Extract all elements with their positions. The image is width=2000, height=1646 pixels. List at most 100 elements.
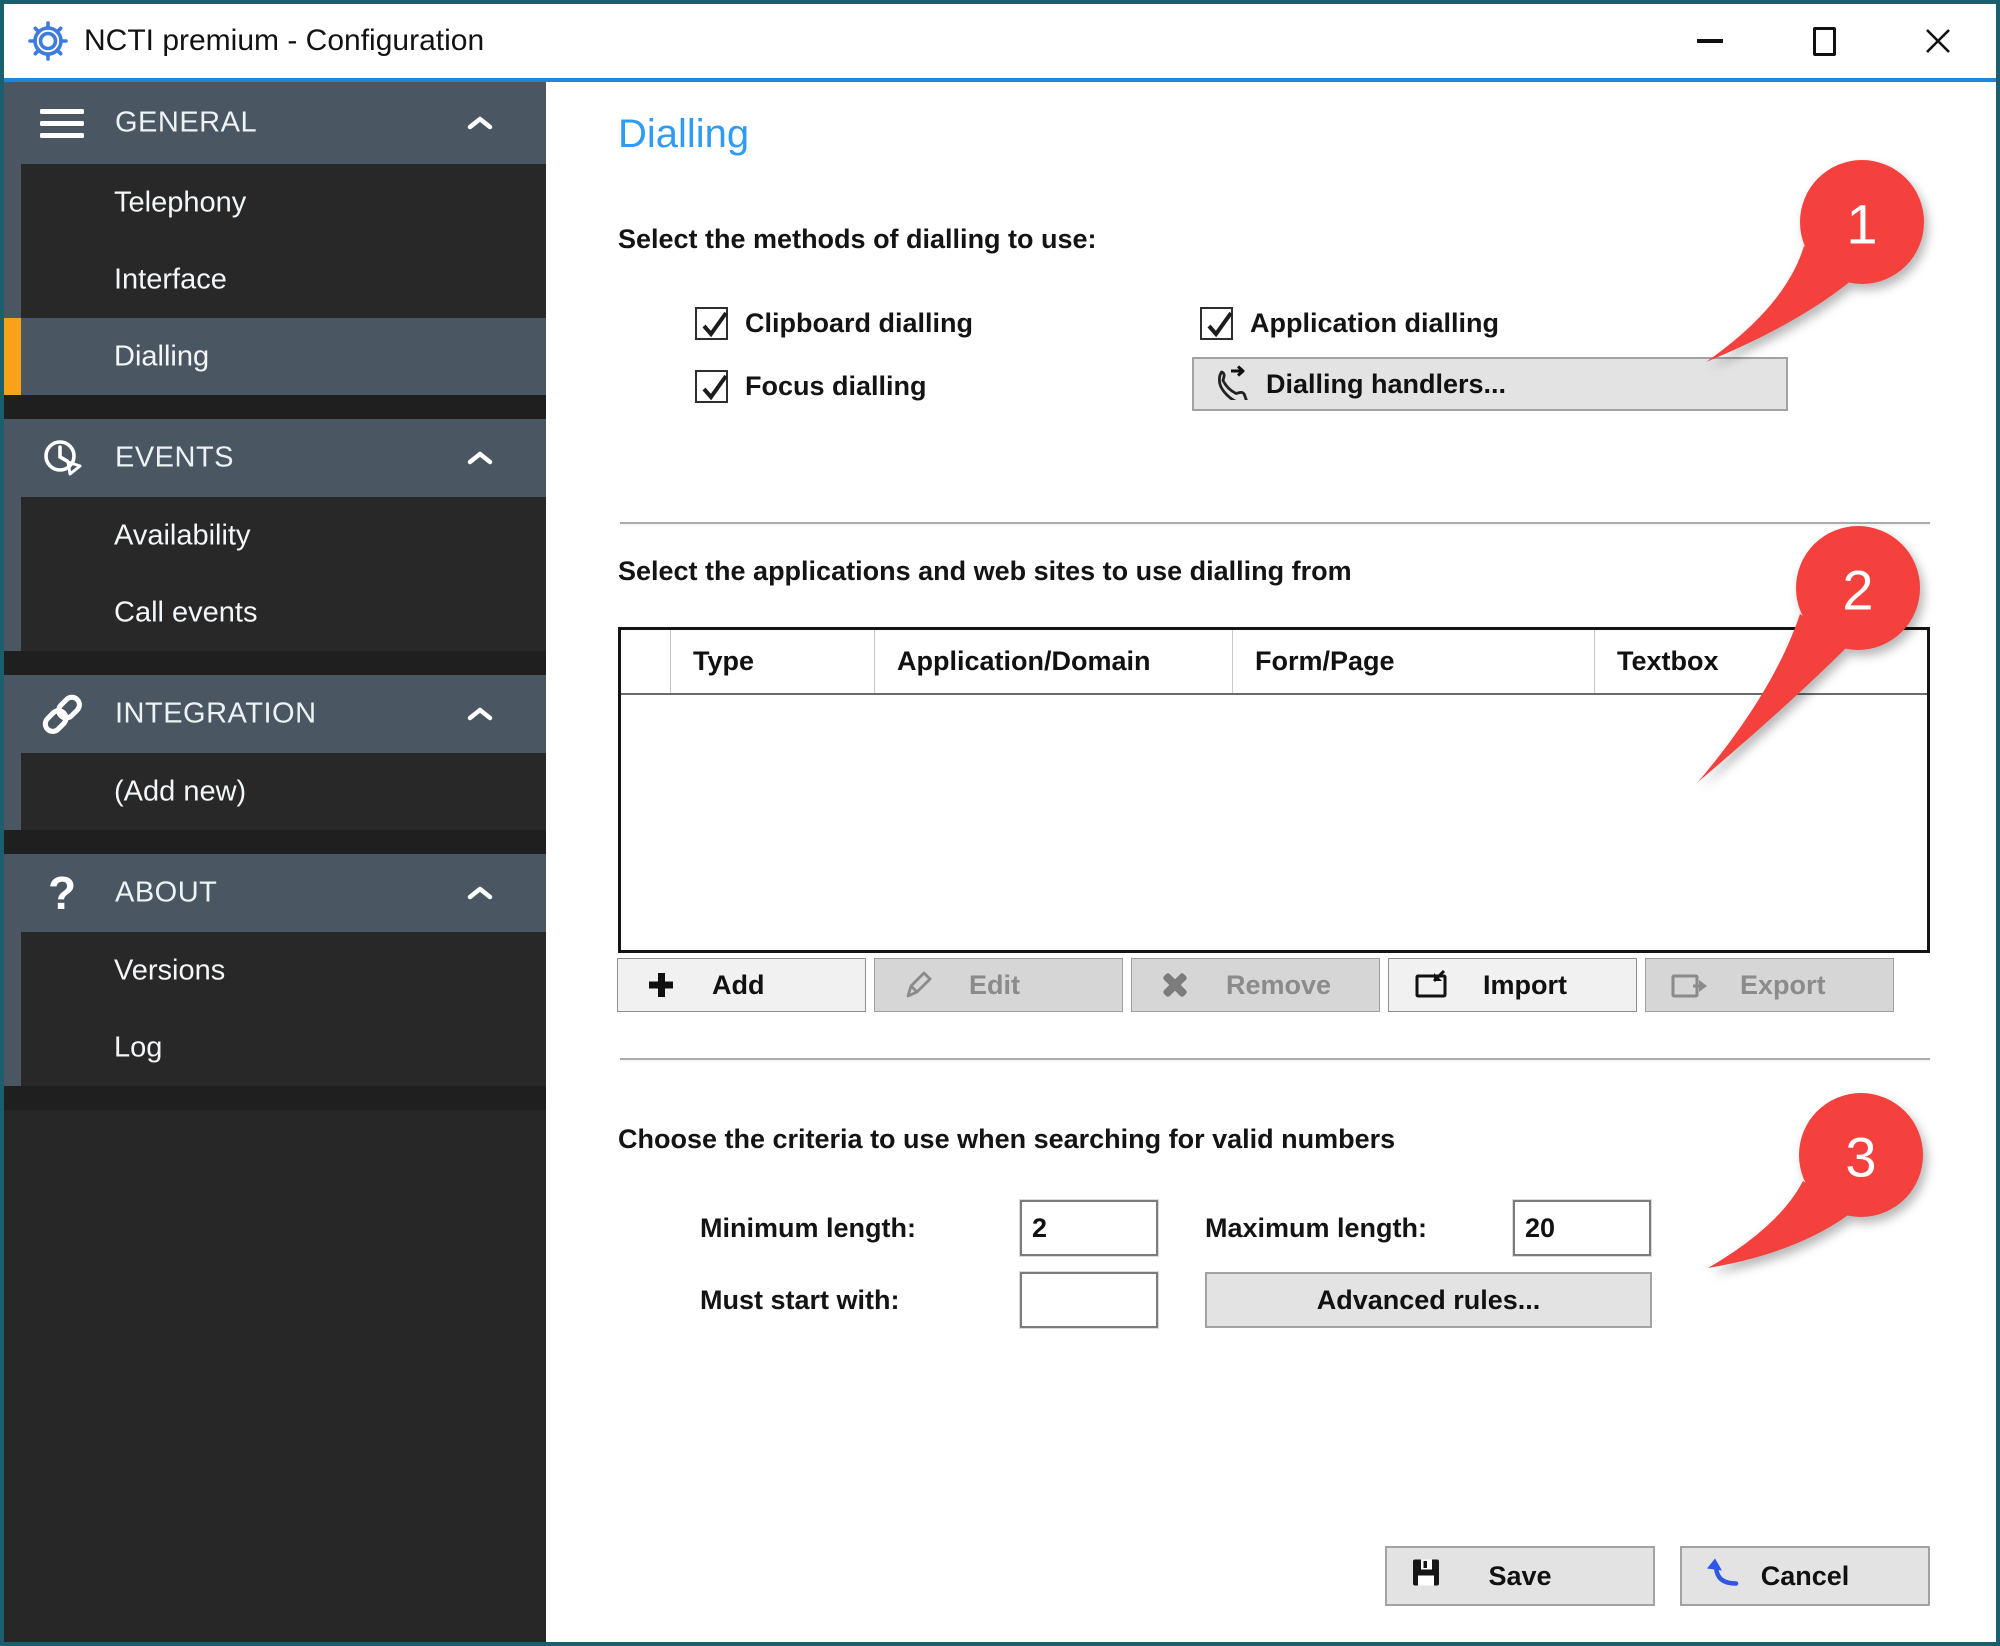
check-icon [697, 372, 730, 405]
must-start-with-label: Must start with: [700, 1272, 900, 1328]
sidebar-divider [4, 830, 546, 854]
maximize-button[interactable] [1786, 16, 1862, 66]
sidebar-item-log[interactable]: Log [21, 1009, 546, 1086]
sidebar-group-label: EVENTS [115, 442, 234, 475]
content-pane: Dialling Select the methods of dialling … [546, 82, 1996, 1642]
export-icon [1670, 968, 1708, 1002]
import-label: Import [1483, 970, 1567, 1001]
import-button[interactable]: Import [1388, 958, 1637, 1012]
chevron-up-icon [466, 450, 494, 466]
applications-heading: Select the applications and web sites to… [618, 556, 1352, 587]
table-body-empty[interactable] [621, 697, 1927, 950]
save-label: Save [1387, 1548, 1653, 1604]
sidebar-item-label: Call events [114, 596, 257, 629]
advanced-rules-label: Advanced rules... [1317, 1285, 1541, 1316]
edit-label: Edit [969, 970, 1020, 1001]
chevron-up-icon [466, 115, 494, 131]
export-label: Export [1740, 970, 1826, 1001]
clipboard-dialling-checkbox[interactable] [695, 307, 728, 340]
remove-label: Remove [1226, 970, 1331, 1001]
sidebar-item-label: (Add new) [114, 775, 246, 808]
methods-heading: Select the methods of dialling to use: [618, 224, 1097, 255]
sidebar-item-label: Dialling [114, 340, 209, 373]
sidebar-divider [4, 1086, 546, 1110]
sidebar-group-label: ABOUT [115, 877, 217, 910]
sidebar-items-events: Availability Call events [21, 497, 546, 651]
sidebar-item-availability[interactable]: Availability [21, 497, 546, 574]
sidebar-group-general: GENERAL Telephony Interface Dialling [4, 82, 546, 395]
focus-dialling-checkbox[interactable] [695, 370, 728, 403]
sidebar-item-label: Versions [114, 954, 225, 987]
application-dialling-checkbox[interactable] [1200, 307, 1233, 340]
maximum-length-label: Maximum length: [1205, 1200, 1427, 1256]
sidebar-divider [4, 651, 546, 675]
sidebar-items-general: Telephony Interface Dialling [21, 164, 546, 395]
sidebar-item-call-events[interactable]: Call events [21, 574, 546, 651]
focus-dialling-label: Focus dialling [745, 370, 927, 403]
advanced-rules-button[interactable]: Advanced rules... [1205, 1272, 1652, 1328]
sidebar-group-events: EVENTS Availability Call events [4, 419, 546, 651]
section-divider [620, 522, 1930, 524]
column-header-type[interactable]: Type [671, 630, 875, 693]
close-button[interactable] [1900, 16, 1976, 66]
check-icon [1202, 309, 1235, 342]
minimize-button[interactable] [1672, 16, 1748, 66]
column-header-application-domain[interactable]: Application/Domain [875, 630, 1233, 693]
page-title: Dialling [618, 112, 749, 157]
remove-button[interactable]: Remove [1131, 958, 1380, 1012]
sidebar-group-label: INTEGRATION [115, 698, 317, 731]
import-icon [1413, 968, 1451, 1002]
add-button[interactable]: Add [617, 958, 866, 1012]
column-header-form-page[interactable]: Form/Page [1233, 630, 1595, 693]
edit-button[interactable]: Edit [874, 958, 1123, 1012]
sidebar-header-general[interactable]: GENERAL [4, 82, 546, 164]
table-header-row: Type Application/Domain Form/Page Textbo… [621, 630, 1927, 695]
sidebar: GENERAL Telephony Interface Dialling [4, 82, 546, 1642]
must-start-with-input[interactable] [1020, 1272, 1158, 1328]
sidebar-group-label: GENERAL [115, 107, 257, 140]
chevron-up-icon [466, 706, 494, 722]
dialling-handlers-label: Dialling handlers... [1266, 369, 1506, 400]
minimize-icon [1697, 39, 1723, 43]
dialling-handlers-button[interactable]: Dialling handlers... [1192, 357, 1788, 411]
save-button[interactable]: Save [1385, 1546, 1655, 1606]
section-divider [620, 1058, 1930, 1060]
close-icon [1923, 26, 1953, 56]
sidebar-group-about: ? ABOUT Versions Log [4, 854, 546, 1086]
remove-x-icon [1156, 970, 1194, 1000]
applications-table: Type Application/Domain Form/Page Textbo… [618, 627, 1930, 953]
clipboard-dialling-label: Clipboard dialling [745, 307, 973, 340]
cancel-label: Cancel [1682, 1548, 1928, 1604]
sidebar-group-integration: INTEGRATION (Add new) [4, 675, 546, 830]
export-button[interactable]: Export [1645, 958, 1894, 1012]
sidebar-item-label: Interface [114, 263, 227, 296]
sidebar-item-versions[interactable]: Versions [21, 932, 546, 1009]
column-header-textbox[interactable]: Textbox [1595, 630, 1927, 693]
plus-icon [642, 970, 680, 1000]
sidebar-header-about[interactable]: ? ABOUT [4, 854, 546, 932]
sidebar-items-integration: (Add new) [21, 753, 546, 830]
sidebar-header-events[interactable]: EVENTS [4, 419, 546, 497]
sidebar-items-about: Versions Log [21, 932, 546, 1086]
sidebar-item-label: Log [114, 1031, 162, 1064]
gear-icon [28, 21, 68, 61]
add-label: Add [712, 970, 764, 1001]
check-icon [697, 309, 730, 342]
selected-accent-bar [4, 318, 21, 395]
chevron-up-icon [466, 885, 494, 901]
column-header-blank[interactable] [621, 630, 671, 693]
title-bar: NCTI premium - Configuration [4, 4, 1996, 78]
criteria-heading: Choose the criteria to use when searchin… [618, 1124, 1395, 1155]
sidebar-item-add-new[interactable]: (Add new) [21, 753, 546, 830]
maximum-length-input[interactable] [1513, 1200, 1651, 1256]
sidebar-item-dialling[interactable]: Dialling [21, 318, 546, 395]
window-title: NCTI premium - Configuration [84, 4, 484, 78]
sidebar-item-telephony[interactable]: Telephony [21, 164, 546, 241]
sidebar-item-interface[interactable]: Interface [21, 241, 546, 318]
maximize-icon [1813, 27, 1836, 56]
sidebar-header-integration[interactable]: INTEGRATION [4, 675, 546, 753]
cancel-button[interactable]: Cancel [1680, 1546, 1930, 1606]
minimum-length-label: Minimum length: [700, 1200, 916, 1256]
application-dialling-label: Application dialling [1250, 307, 1499, 340]
minimum-length-input[interactable] [1020, 1200, 1158, 1256]
